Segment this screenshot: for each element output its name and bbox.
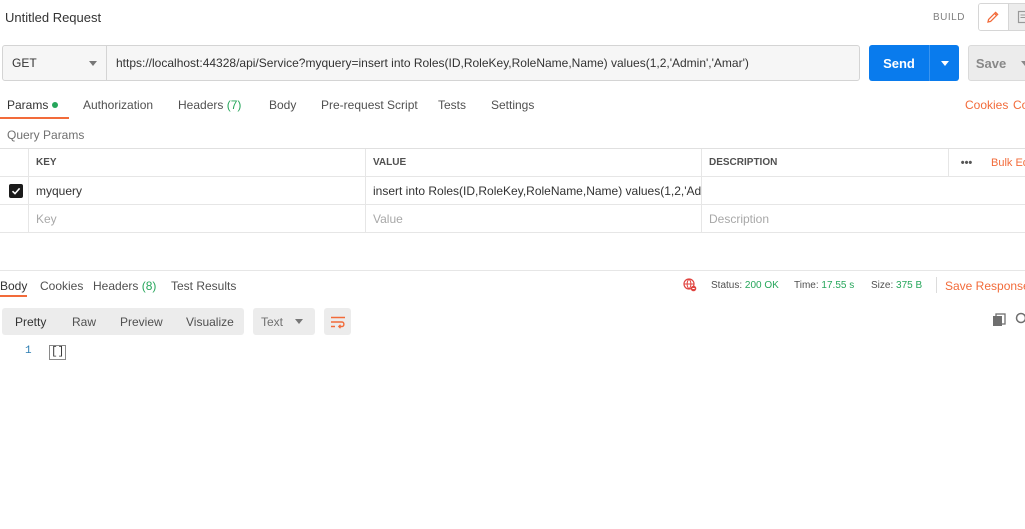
format-select[interactable]: Text	[253, 308, 315, 335]
column-header-description: DESCRIPTION	[701, 149, 948, 176]
wrap-icon	[330, 316, 345, 329]
chevron-down-icon	[940, 60, 949, 66]
tab-pre-request-script[interactable]: Pre-request Script	[321, 98, 418, 112]
view-preview-button[interactable]: Preview	[120, 315, 163, 329]
status-dot-icon	[52, 102, 59, 108]
save-response-button[interactable]: Save Response	[945, 279, 1025, 293]
method-label: GET	[12, 56, 37, 70]
size-value: 375 B	[896, 280, 923, 291]
save-button-group: Save	[968, 45, 1025, 81]
globe-network-icon[interactable]	[683, 278, 697, 295]
wrap-lines-button[interactable]	[324, 308, 351, 335]
view-visualize-button[interactable]: Visualize	[186, 315, 234, 329]
divider	[936, 277, 937, 293]
chevron-down-icon	[295, 319, 304, 324]
active-tab-indicator	[0, 295, 27, 297]
tab-params[interactable]: Params	[7, 98, 59, 112]
query-params-table: KEY VALUE DESCRIPTION ••• Bulk Ed myquer…	[0, 148, 1025, 233]
request-tabs: Params Authorization Headers (7) Body Pr…	[0, 92, 1025, 119]
copy-icon[interactable]	[992, 313, 1006, 330]
chevron-down-icon	[89, 61, 97, 66]
column-header-value: VALUE	[365, 149, 701, 176]
edit-button[interactable]	[979, 4, 1008, 30]
response-size: Size: 375 B	[871, 280, 923, 291]
tab-body[interactable]: Body	[269, 98, 296, 112]
pencil-icon	[987, 11, 1000, 23]
line-number: 1	[25, 345, 32, 357]
search-icon[interactable]	[1015, 312, 1025, 329]
method-select[interactable]: GET	[3, 46, 107, 80]
new-key-input[interactable]: Key	[28, 205, 365, 232]
view-raw-button[interactable]: Raw	[72, 315, 96, 329]
send-button[interactable]: Send	[869, 45, 929, 81]
new-description-input[interactable]: Description	[701, 205, 1025, 232]
response-tab-cookies[interactable]: Cookies	[40, 279, 83, 293]
tab-settings[interactable]: Settings	[491, 98, 534, 112]
param-description-cell[interactable]	[701, 177, 1025, 204]
param-value-cell[interactable]: insert into Roles(ID,RoleKey,RoleName,Na…	[365, 177, 701, 204]
row-checkbox[interactable]	[0, 177, 28, 204]
chevron-down-icon[interactable]	[1021, 60, 1025, 66]
response-tab-headers[interactable]: Headers (8)	[93, 279, 156, 293]
more-options-icon[interactable]: •••	[948, 149, 984, 176]
url-bar: GET	[2, 45, 860, 81]
column-header-key: KEY	[28, 149, 365, 176]
document-icon	[1017, 10, 1025, 24]
response-tab-body[interactable]: Body	[0, 279, 27, 293]
response-time: Time: 17.55 s	[794, 280, 855, 291]
url-input[interactable]	[107, 46, 859, 80]
tab-authorization[interactable]: Authorization	[83, 98, 153, 112]
save-button[interactable]: Save	[969, 56, 1013, 71]
response-view-modes: Pretty Raw Preview Visualize	[2, 308, 244, 335]
response-status: Status: 200 OK	[711, 280, 779, 291]
row-checkbox-empty	[0, 205, 28, 232]
tab-headers[interactable]: Headers (7)	[178, 98, 241, 112]
query-params-label: Query Params	[7, 128, 85, 142]
view-pretty-button[interactable]: Pretty	[15, 315, 46, 329]
request-title: Untitled Request	[5, 10, 102, 25]
build-mode-label[interactable]: BUILD	[933, 12, 965, 23]
checkbox-checked-icon	[9, 183, 23, 198]
code-link[interactable]: Co	[1013, 98, 1025, 112]
new-value-input[interactable]: Value	[365, 205, 701, 232]
table-row: myquery insert into Roles(ID,RoleKey,Rol…	[0, 177, 1025, 205]
send-options-button[interactable]	[929, 45, 959, 81]
status-value: 200 OK	[744, 280, 779, 291]
table-row-new: Key Value Description	[0, 205, 1025, 233]
documentation-button[interactable]	[1007, 4, 1025, 30]
active-tab-indicator	[0, 117, 69, 119]
response-tabs: Body Cookies Headers (8) Test Results St…	[0, 271, 1025, 297]
tab-tests[interactable]: Tests	[438, 98, 466, 112]
format-label: Text	[261, 314, 284, 329]
bulk-edit-link[interactable]: Bulk Ed	[984, 149, 1025, 176]
mode-toggle	[978, 3, 1025, 31]
time-value: 17.55 s	[821, 280, 855, 291]
param-key-cell[interactable]: myquery	[28, 177, 365, 204]
response-tab-test-results[interactable]: Test Results	[171, 279, 236, 293]
cookies-link[interactable]: Cookies	[965, 98, 1008, 112]
response-body-content[interactable]: []	[49, 345, 67, 360]
response-body-line: 1 []	[25, 345, 67, 360]
send-button-group: Send	[869, 45, 959, 81]
table-header-row: KEY VALUE DESCRIPTION ••• Bulk Ed	[0, 149, 1025, 177]
